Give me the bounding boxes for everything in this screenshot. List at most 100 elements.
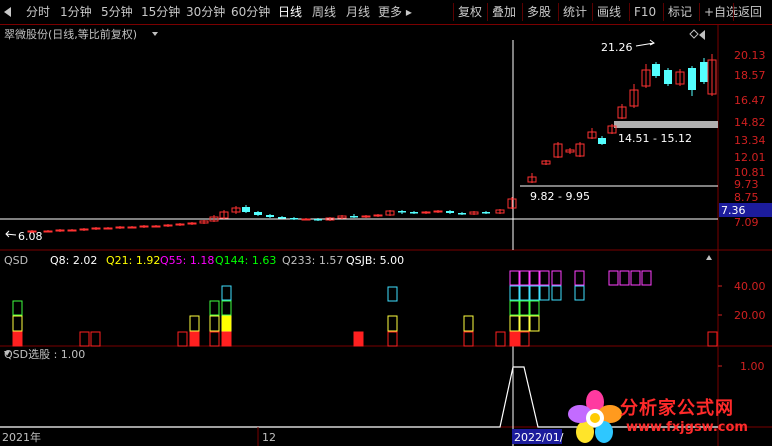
candle-up: [127, 226, 137, 229]
candle-down: [598, 138, 606, 144]
period-tab-7[interactable]: 周线: [312, 0, 336, 24]
qsd-magenta-bar: [630, 270, 641, 286]
qsd-red-bar: [177, 331, 188, 347]
price-axis-label: 13.34: [734, 134, 766, 147]
qsd-cyan-bar: [574, 285, 585, 301]
qsd-red-bar: [221, 331, 232, 347]
candle-up: [421, 211, 431, 214]
back-arrow-icon[interactable]: [4, 7, 11, 17]
candle-up: [43, 230, 53, 233]
collapse-arrow-icon[interactable]: [699, 30, 705, 40]
qsd-magenta-bar: [619, 270, 630, 286]
toolbar-separator: [663, 3, 664, 21]
title-dropdown-icon[interactable]: [152, 32, 158, 36]
qsd-red-bar: [79, 331, 90, 347]
logo-text: 分析家公式网: [620, 398, 734, 419]
qsd-cyan-bar: [539, 285, 550, 301]
candle-down: [664, 70, 672, 84]
period-tab-5[interactable]: 60分钟: [231, 0, 270, 24]
toolbar-button-8[interactable]: 返回: [738, 0, 762, 24]
candle-down: [446, 211, 454, 213]
toolbar-separator: [487, 3, 488, 21]
period-tab-3[interactable]: 15分钟: [141, 0, 180, 24]
period-toolbar: 分时 1分钟 5分钟 15分钟 30分钟 60分钟 日线 周线 月线 更多 ▸ 复权 叠加 多股 统计 画线…: [0, 0, 772, 25]
candle-down: [314, 219, 322, 221]
qsd-yellow-bar: [519, 315, 530, 332]
candle-up: [115, 226, 125, 229]
toolbar-button-2[interactable]: 多股: [527, 0, 551, 24]
toolbar-button-4[interactable]: 画线: [597, 0, 621, 24]
qsd-collapse-icon[interactable]: [706, 255, 712, 260]
period-tab-2[interactable]: 5分钟: [101, 0, 133, 24]
period-tab-9[interactable]: 更多 ▸: [378, 0, 412, 24]
qsd-green-bar: [12, 300, 23, 316]
qsd-yellow-fill: [222, 316, 231, 331]
high-arrow-icon: [635, 39, 655, 47]
candle-up: [433, 210, 443, 213]
toolbar-button-3[interactable]: 统计: [563, 0, 587, 24]
candle-down: [482, 212, 490, 214]
toolbar-button-6[interactable]: 标记: [668, 0, 692, 24]
qsd-magenta-bar: [509, 270, 520, 286]
price-axis-label: 16.47: [734, 94, 766, 107]
candle-down: [398, 211, 406, 213]
toolbar-separator: [558, 3, 559, 21]
diamond-icon[interactable]: [689, 29, 699, 39]
qsd-cyan-bar: [551, 285, 562, 301]
toolbar-button-5[interactable]: F10: [634, 0, 656, 24]
toolbar-separator: [522, 3, 523, 21]
candle-down: [700, 62, 708, 82]
price-axis-label: 9.73: [734, 178, 759, 191]
candle-up: [151, 225, 161, 228]
period-tab-6[interactable]: 日线: [278, 0, 302, 24]
period-tab-1[interactable]: 1分钟: [60, 0, 92, 24]
chart-area: 翠微股份(日线,等比前复权) 20.13 18.57 16.47 14.82 13.34 1…: [0, 24, 772, 446]
period-tab-4[interactable]: 30分钟: [186, 0, 225, 24]
qsd-yellow-bar: [387, 315, 398, 332]
select-axis-label: 1.00: [740, 360, 765, 373]
candle-up: [301, 218, 311, 221]
qsd-indicator-4: Q233: 1.57: [282, 254, 343, 267]
price-axis-label: 7.09: [734, 216, 759, 229]
candle-down: [458, 213, 466, 215]
qsd-red-bar: [519, 331, 530, 347]
qsd-red-bar: [12, 331, 23, 347]
qsd-magenta-bar: [608, 270, 619, 286]
qsd-yellow-bar: [189, 315, 200, 332]
candle-down: [290, 218, 298, 220]
qsd-red-bar: [463, 331, 474, 347]
qsd-magenta-bar: [529, 270, 540, 286]
candle-up: [55, 229, 65, 232]
chart-title: 翠微股份(日线,等比前复权): [4, 27, 137, 41]
low-arrow-icon: [5, 230, 17, 238]
qsd-green-bar: [209, 300, 220, 316]
qsd-yellow-bar: [529, 315, 540, 332]
period-tab-8[interactable]: 月线: [346, 0, 370, 24]
toolbar-separator: [733, 3, 734, 21]
qsd-magenta-bar: [519, 270, 530, 286]
candle-up: [163, 224, 173, 227]
time-cursor-label: 2022/01/: [514, 431, 564, 444]
toolbar-separator: [629, 3, 630, 21]
toolbar-button-0[interactable]: 复权: [458, 0, 482, 24]
candle-down: [652, 64, 660, 76]
candle-up: [361, 215, 371, 218]
high-annotation: 21.26: [601, 41, 633, 54]
period-tab-0[interactable]: 分时: [26, 0, 50, 24]
price-axis-label: 18.57: [734, 69, 766, 82]
flower-logo-icon: [568, 390, 622, 443]
range-lower-annotation: 9.82 - 9.95: [530, 190, 590, 203]
range-band-upper: [614, 121, 718, 128]
price-axis-label: 12.01: [734, 151, 766, 164]
qsd-axis-label: 20.00: [734, 309, 766, 322]
qsd-cyan-bar: [221, 285, 232, 301]
qsd-red-bar: [707, 331, 718, 347]
candle-down: [242, 207, 250, 212]
toolbar-separator: [453, 3, 454, 21]
toolbar-button-1[interactable]: 叠加: [492, 0, 516, 24]
qsd-green-bar: [529, 300, 540, 316]
candle-up: [79, 228, 89, 231]
time-axis-label: 2021年: [2, 430, 41, 444]
qsd-indicator-0: Q8: 2.02: [50, 254, 97, 267]
qsd-indicator-3: Q144: 1.63: [215, 254, 276, 267]
